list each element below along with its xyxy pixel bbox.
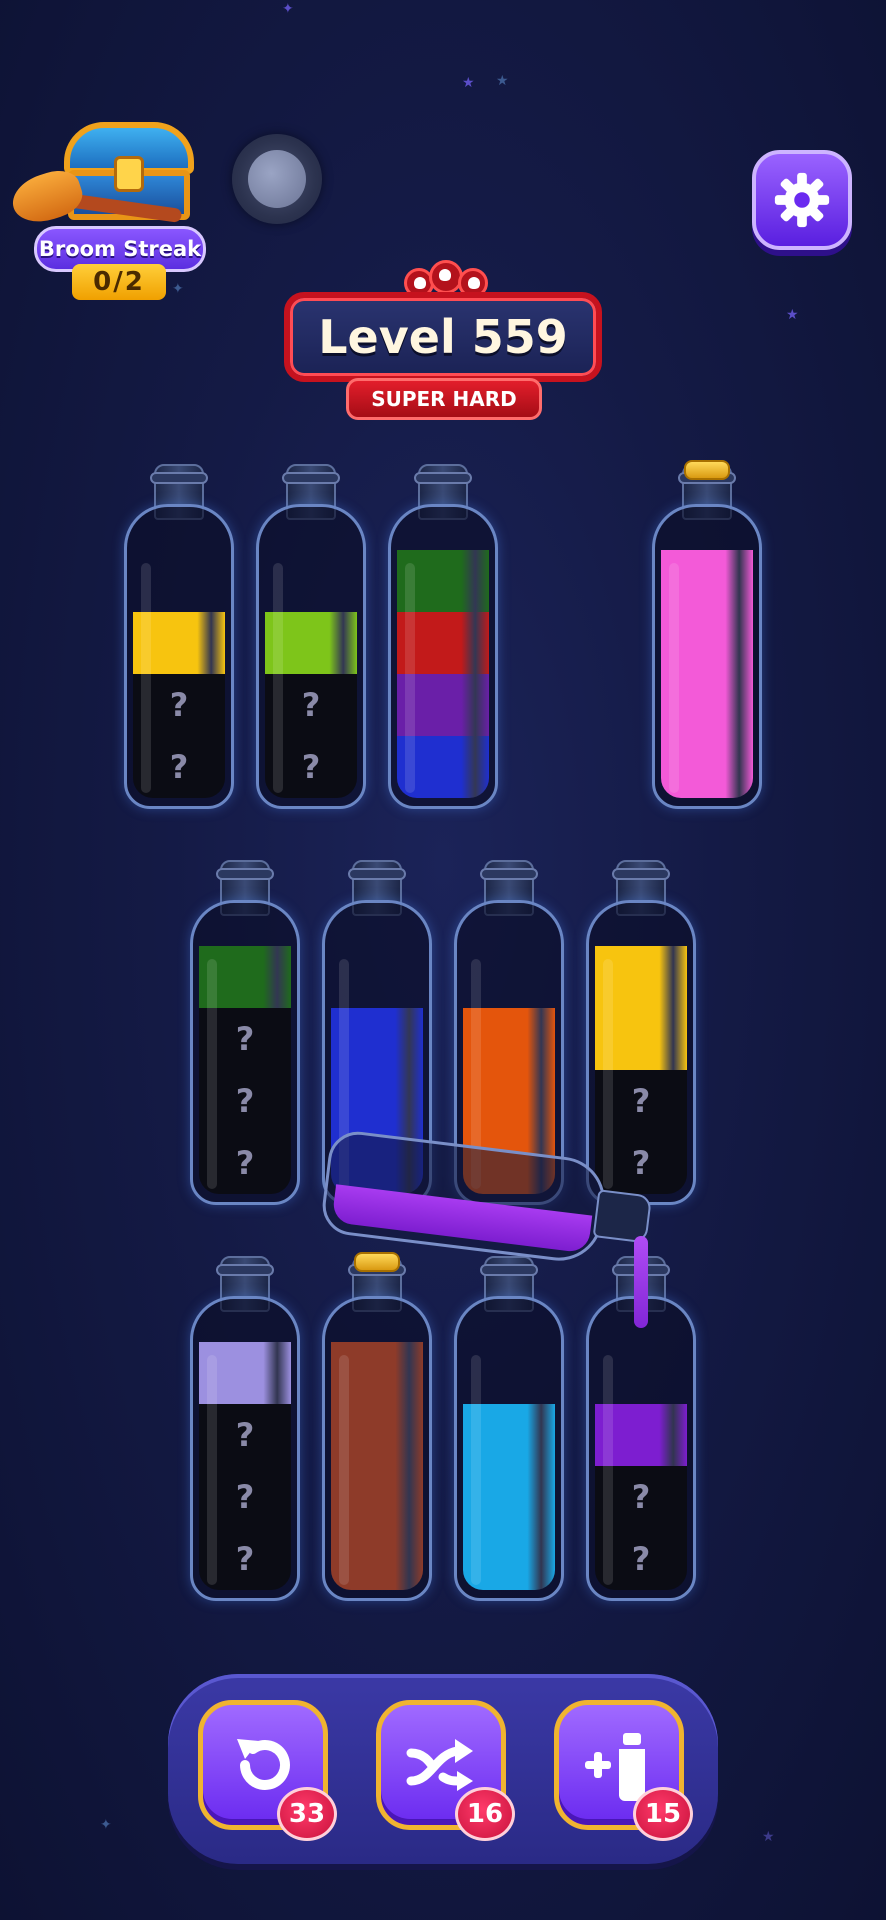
- bottle[interactable]: [124, 464, 234, 809]
- bottle-body: [652, 504, 762, 809]
- floating-toggle-button[interactable]: [232, 134, 322, 224]
- bottle[interactable]: [388, 464, 498, 809]
- bottle-body: [190, 900, 300, 1205]
- add-bottle-button[interactable]: 15: [554, 1700, 693, 1841]
- bottle[interactable]: [256, 464, 366, 809]
- star-decoration: ✦: [100, 1817, 112, 1833]
- bottle-body: [256, 504, 366, 809]
- pour-stream: [634, 1236, 648, 1328]
- undo-count-badge: 33: [277, 1787, 337, 1841]
- star-decoration: ✦: [282, 1, 294, 17]
- shuffle-count-badge: 16: [455, 1787, 515, 1841]
- settings-button[interactable]: [752, 150, 852, 250]
- bottle-body: [586, 1296, 696, 1601]
- star-decoration: ★: [462, 75, 475, 91]
- star-decoration: ★: [786, 307, 799, 323]
- star-decoration: ★: [762, 1829, 775, 1845]
- bottle-body: [322, 1296, 432, 1601]
- bottle[interactable]: [454, 1256, 564, 1601]
- bottle-body: [190, 1296, 300, 1601]
- pouring-liquid: [331, 1184, 593, 1254]
- shuffle-button[interactable]: 16: [376, 1700, 515, 1841]
- broom-streak-count: 0/2: [72, 264, 166, 300]
- gear-icon: [774, 172, 830, 228]
- broom-streak-widget[interactable]: Broom Streak 0/2: [6, 118, 208, 300]
- level-title-plate: Level 559: [284, 292, 602, 382]
- star-decoration: ★: [496, 73, 509, 89]
- cork-icon: [354, 1252, 400, 1272]
- bottle[interactable]: [190, 860, 300, 1205]
- level-banner: Level 559 SUPER HARD: [284, 260, 602, 424]
- bottle[interactable]: [652, 460, 762, 809]
- undo-button[interactable]: 33: [198, 1700, 337, 1841]
- bottle[interactable]: [586, 860, 696, 1205]
- add-bottle-count-badge: 15: [633, 1787, 693, 1841]
- cork-icon: [684, 460, 730, 480]
- difficulty-label: SUPER HARD: [346, 378, 542, 420]
- bottle-body: [586, 900, 696, 1205]
- powerup-tray: 33 16 15: [168, 1674, 718, 1864]
- bottle[interactable]: [322, 1252, 432, 1601]
- bottle[interactable]: [190, 1256, 300, 1601]
- bottle-body: [454, 1296, 564, 1601]
- level-title: Level 559: [318, 310, 568, 364]
- bottle-body: [388, 504, 498, 809]
- bottle-body: [124, 504, 234, 809]
